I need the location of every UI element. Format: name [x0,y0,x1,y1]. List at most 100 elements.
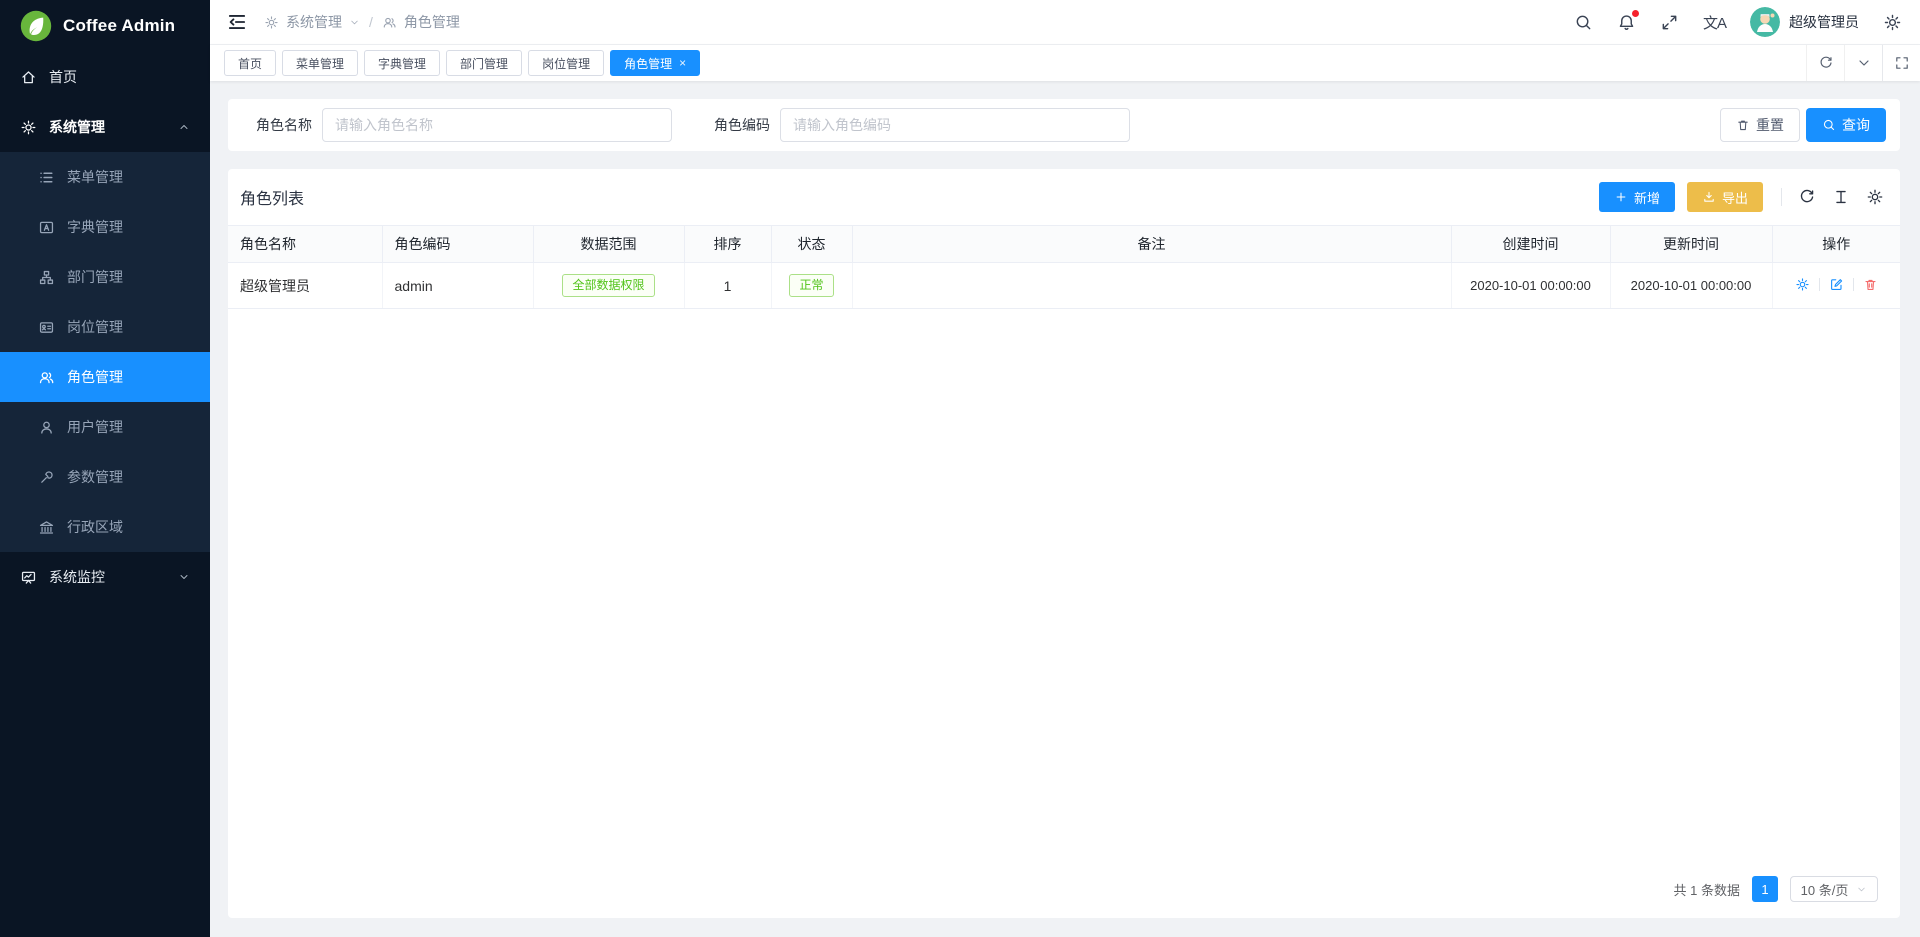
chevron-down-icon [178,571,190,583]
settings-gear-icon[interactable] [1883,13,1902,32]
maximize-content-button[interactable] [1882,45,1920,81]
list-icon [38,169,55,186]
sidebar-item-home[interactable]: 首页 [0,52,210,102]
tab-role-mgmt[interactable]: 角色管理 × [610,50,700,76]
breadcrumb-separator: / [369,14,373,30]
roles-table: 角色名称 角色编码 数据范围 排序 状态 备注 创建时间 更新时间 操作 [228,225,1900,309]
cell-data-scope: 全部数据权限 [533,263,684,309]
sidebar-item-label: 字典管理 [67,217,190,237]
cell-updated-at: 2020-10-01 00:00:00 [1610,263,1772,309]
sidebar-item-label: 参数管理 [67,467,190,487]
tab-home[interactable]: 首页 [224,50,276,76]
sidebar-group-system-mgmt[interactable]: 系统管理 [0,102,210,152]
sidebar-item-label: 菜单管理 [67,167,190,187]
role-name-label: 角色名称 [256,115,312,135]
user-menu[interactable]: 超级管理员 [1750,7,1859,37]
toolbar-divider [1781,188,1782,206]
cell-status: 正常 [771,263,852,309]
reset-button[interactable]: 重置 [1720,108,1800,142]
main-area: 系统管理 / 角色管理 文A [210,0,1920,937]
sidebar-item-role-mgmt[interactable]: 角色管理 [0,352,210,402]
edit-icon[interactable] [1829,277,1844,292]
search-filter-bar: 角色名称 角色编码 重置 查询 [228,99,1900,151]
table-header-row: 角色名称 角色编码 数据范围 排序 状态 备注 创建时间 更新时间 操作 [228,226,1900,263]
gear-icon [20,119,37,136]
app-title: Coffee Admin [63,16,175,36]
dictionary-icon [38,219,55,236]
user-icon [38,419,55,436]
delete-trash-icon[interactable] [1863,277,1878,292]
sidebar-item-label: 用户管理 [67,417,190,437]
sidebar-item-dict-mgmt[interactable]: 字典管理 [0,202,210,252]
sidebar-group-label: 系统管理 [49,117,166,137]
column-settings-gear-icon[interactable] [1866,188,1884,206]
notifications-button[interactable] [1617,13,1636,32]
refresh-page-button[interactable] [1806,45,1844,81]
plus-icon [1614,190,1628,204]
cell-role-code: admin [382,263,533,309]
row-density-icon[interactable] [1832,188,1850,206]
data-scope-tag: 全部数据权限 [562,274,654,297]
add-button[interactable]: 新增 [1599,182,1675,212]
sidebar-item-label: 行政区域 [67,517,190,537]
refresh-icon [1818,55,1834,71]
role-permission-gear-icon[interactable] [1795,277,1810,292]
sidebar-item-admin-region[interactable]: 行政区域 [0,502,210,552]
export-button[interactable]: 导出 [1687,182,1763,212]
role-name-input[interactable] [322,108,672,142]
search-button[interactable]: 查询 [1806,108,1886,142]
tab-dict-mgmt[interactable]: 字典管理 [364,50,440,76]
tab-post-mgmt[interactable]: 岗位管理 [528,50,604,76]
app-logo[interactable]: Coffee Admin [0,0,210,52]
col-actions: 操作 [1772,226,1900,263]
pagination-total: 共 1 条数据 [1674,880,1740,899]
sidebar-item-menu-mgmt[interactable]: 菜单管理 [0,152,210,202]
sidebar-item-label: 角色管理 [67,367,190,387]
tab-options-dropdown[interactable] [1844,45,1882,81]
header-actions: 文A 超级管理员 [1574,7,1902,37]
sidebar-item-param-mgmt[interactable]: 参数管理 [0,452,210,502]
bank-icon [38,519,55,536]
sidebar-item-user-mgmt[interactable]: 用户管理 [0,402,210,452]
breadcrumb-level1[interactable]: 系统管理 [286,12,342,32]
sidebar-group-system-monitor[interactable]: 系统监控 [0,552,210,602]
cell-created-at: 2020-10-01 00:00:00 [1451,263,1610,309]
page-size-value: 10 条/页 [1801,880,1849,899]
col-remark: 备注 [852,226,1451,263]
close-icon[interactable]: × [679,57,686,69]
fullscreen-icon[interactable] [1660,13,1679,32]
export-button-label: 导出 [1722,188,1748,207]
col-created-at: 创建时间 [1451,226,1610,263]
sidebar-item-post-mgmt[interactable]: 岗位管理 [0,302,210,352]
card-title: 角色列表 [240,185,304,209]
cell-actions [1772,263,1900,309]
chevron-down-icon [1856,884,1867,895]
username: 超级管理员 [1789,12,1859,32]
search-icon[interactable] [1574,13,1593,32]
col-status: 状态 [771,226,852,263]
language-switch-icon[interactable]: 文A [1703,12,1726,33]
chevron-down-icon [1856,55,1872,71]
page-size-select[interactable]: 10 条/页 [1790,876,1878,902]
role-code-label: 角色编码 [714,115,770,135]
breadcrumb: 系统管理 / 角色管理 [264,12,460,32]
pagination-page-1-button[interactable]: 1 [1752,876,1778,902]
avatar [1750,7,1780,37]
role-code-input[interactable] [780,108,1130,142]
sidebar: Coffee Admin 首页 系统管理 菜单管理 字典管理 部门管理 [0,0,210,937]
sidebar-item-dept-mgmt[interactable]: 部门管理 [0,252,210,302]
col-role-name: 角色名称 [228,226,382,263]
tab-label: 首页 [238,55,262,72]
sidebar-item-label: 部门管理 [67,267,190,287]
tab-dept-mgmt[interactable]: 部门管理 [446,50,522,76]
spring-leaf-logo-icon [20,10,52,42]
menu-fold-icon[interactable] [226,11,248,33]
tab-menu-mgmt[interactable]: 菜单管理 [282,50,358,76]
monitor-icon [20,569,37,586]
tab-label: 菜单管理 [296,55,344,72]
card-header: 角色列表 新增 导出 [228,169,1900,225]
id-card-icon [38,319,55,336]
refresh-icon[interactable] [1798,188,1816,206]
table-row: 超级管理员 admin 全部数据权限 1 正常 2020-10-01 00:00… [228,263,1900,309]
breadcrumb-level2: 角色管理 [404,12,460,32]
